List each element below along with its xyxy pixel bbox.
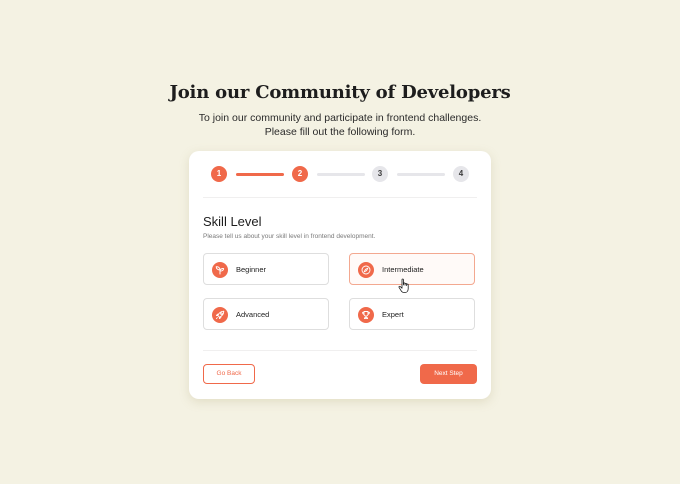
hand-cursor-icon xyxy=(398,278,412,294)
option-label: Advanced xyxy=(236,310,270,319)
step-1-indicator[interactable]: 1 xyxy=(211,166,227,182)
option-label: Intermediate xyxy=(382,265,424,274)
next-step-button[interactable]: Next Step xyxy=(420,364,477,384)
actions-divider xyxy=(203,350,477,351)
option-expert[interactable]: Expert xyxy=(349,298,475,330)
step-3-indicator[interactable]: 3 xyxy=(372,166,388,182)
sprout-icon xyxy=(212,262,228,278)
subtitle-line-1: To join our community and participate in… xyxy=(198,112,482,124)
step-connector-3 xyxy=(397,173,445,176)
compass-icon xyxy=(358,262,374,278)
form-card: 1 2 3 4 Skill Level Please tell us about… xyxy=(189,151,491,399)
page-title: Join our Community of Developers xyxy=(169,82,511,103)
section-description: Please tell us about your skill level in… xyxy=(203,233,376,240)
go-back-button[interactable]: Go Back xyxy=(203,364,255,384)
step-2-indicator[interactable]: 2 xyxy=(292,166,308,182)
subtitle-line-2: Please fill out the following form. xyxy=(264,126,416,138)
rocket-icon xyxy=(212,307,228,323)
option-label: Expert xyxy=(382,310,404,319)
stepper: 1 2 3 4 xyxy=(211,166,469,182)
option-intermediate[interactable]: Intermediate xyxy=(349,253,475,285)
step-connector-1 xyxy=(236,173,284,176)
option-label: Beginner xyxy=(236,265,267,274)
option-advanced[interactable]: Advanced xyxy=(203,298,329,330)
section-title: Skill Level xyxy=(203,214,262,229)
stepper-divider xyxy=(203,197,477,198)
trophy-icon xyxy=(358,307,374,323)
step-4-indicator[interactable]: 4 xyxy=(453,166,469,182)
option-beginner[interactable]: Beginner xyxy=(203,253,329,285)
page-subtitle: To join our community and participate in… xyxy=(0,111,680,139)
step-connector-2 xyxy=(317,173,365,176)
